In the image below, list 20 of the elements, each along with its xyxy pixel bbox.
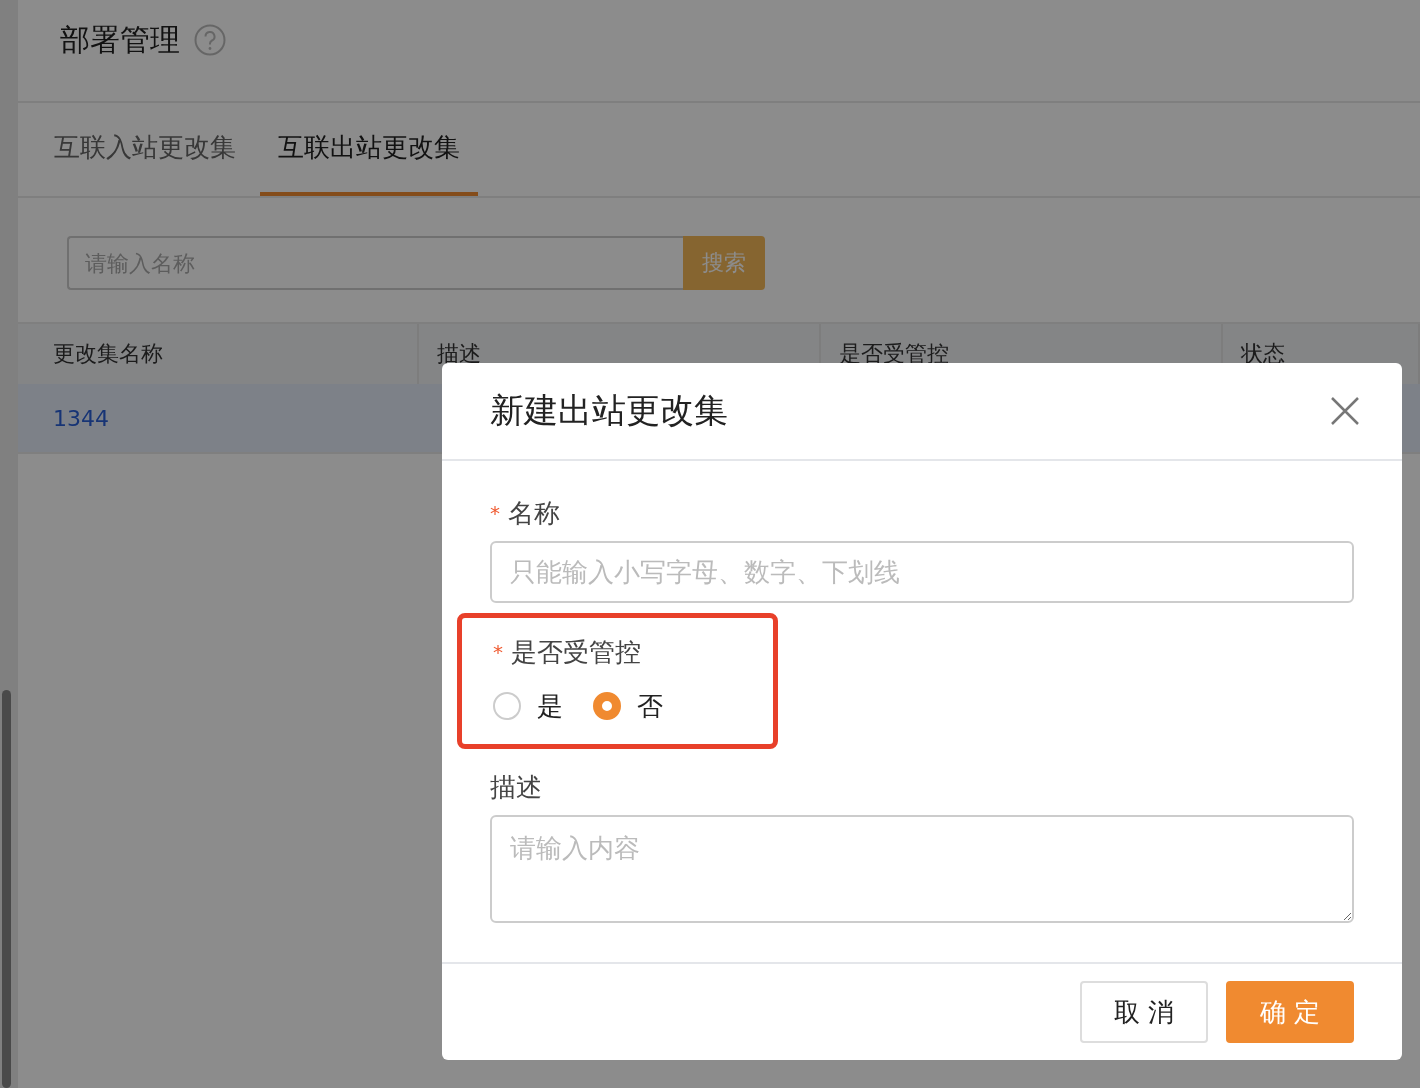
required-mark: * (493, 640, 503, 664)
tab[interactable]: 互联入站更改集 (36, 103, 254, 196)
radio-label[interactable]: 是 (537, 688, 563, 724)
radio-button[interactable] (593, 692, 621, 720)
cancel-button[interactable]: 取 消 (1080, 981, 1208, 1043)
radio-button[interactable] (493, 692, 521, 720)
dialog-title: 新建出站更改集 (490, 389, 728, 432)
page-title: 部署管理 (60, 21, 180, 59)
field-label: 是否受管控 (511, 635, 641, 669)
field-label: 描述 (490, 770, 542, 804)
text-area[interactable]: 请输入内容 (490, 815, 1354, 923)
scrollbar[interactable] (2, 690, 11, 1088)
input-field[interactable]: 只能输入小写字母、数字、下划线 (490, 541, 1354, 603)
required-mark: * (490, 501, 500, 525)
radio-label[interactable]: 否 (637, 688, 663, 724)
name-link[interactable]: 1344 (53, 405, 109, 431)
close-icon[interactable] (1330, 396, 1360, 426)
tab[interactable]: 互联出站更改集 (260, 103, 478, 196)
field-label: 名称 (508, 496, 560, 530)
help-icon[interactable] (194, 24, 226, 56)
